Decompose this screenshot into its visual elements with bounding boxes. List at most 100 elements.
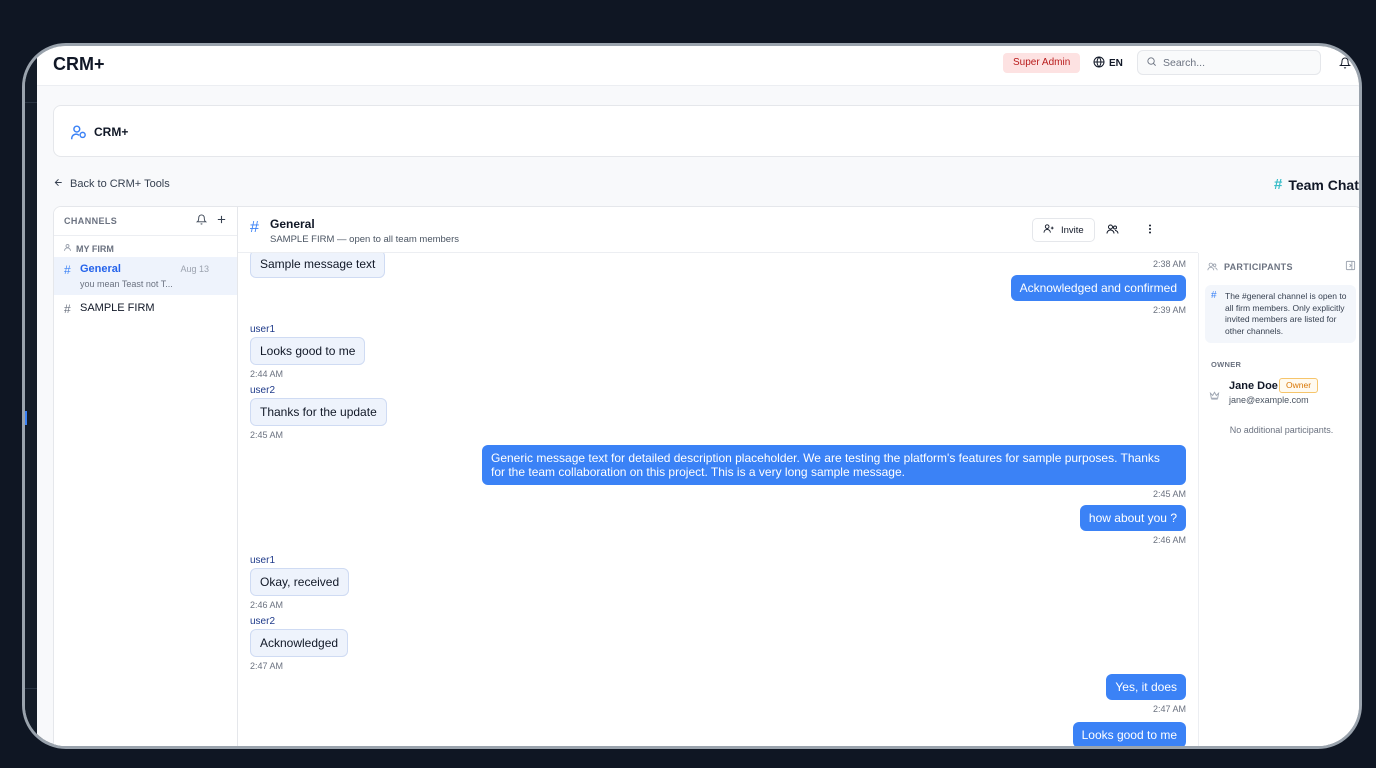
collapse-panel-icon[interactable] xyxy=(1345,258,1356,276)
hash-icon: # xyxy=(64,302,71,316)
channels-header: CHANNELS xyxy=(54,207,237,236)
top-bar: CRM+ Super Admin EN xyxy=(37,46,1359,86)
message-sender: user2 xyxy=(250,385,276,396)
search-box[interactable] xyxy=(1137,50,1321,75)
hash-icon: # xyxy=(64,263,71,277)
message-time: 2:45 AM xyxy=(250,430,284,440)
message-time: 2:44 AM xyxy=(250,369,284,379)
hash-icon: # xyxy=(1211,290,1217,301)
left-strip xyxy=(25,46,37,746)
message-incoming: user2 Thanks for the update 2:45 AM xyxy=(250,385,387,440)
message-bubble: Okay, received xyxy=(250,568,350,596)
message-bubble: Looks good to me xyxy=(1072,722,1186,746)
language-label: EN xyxy=(1109,58,1123,69)
more-options-icon[interactable] xyxy=(1144,222,1156,240)
message-bubble: Thanks for the update xyxy=(250,398,387,426)
arrow-left-icon xyxy=(53,177,64,191)
message-time: 2:38 AM xyxy=(1152,259,1186,269)
user-plus-icon xyxy=(1043,223,1055,237)
owner-badge: Owner xyxy=(1279,378,1319,393)
channel-date: Aug 13 xyxy=(180,264,209,274)
invite-button-label: Invite xyxy=(1061,224,1084,236)
chat-container: CHANNELS MY FIRM # General Aug 13 you me… xyxy=(53,206,1359,746)
back-link-label: Back to CRM+ Tools xyxy=(70,178,170,190)
channels-sidebar: CHANNELS MY FIRM # General Aug 13 you me… xyxy=(54,207,238,746)
channel-item-sample-firm[interactable]: # SAMPLE FIRM xyxy=(54,295,237,320)
message-sender: user2 xyxy=(250,616,276,627)
message-bubble: Sample message text xyxy=(250,253,386,278)
message-bubble: Generic message text for detailed descri… xyxy=(482,445,1186,485)
channel-info-text: The #general channel is open to all firm… xyxy=(1225,291,1347,336)
message-bubble: Yes, it does xyxy=(1106,674,1186,700)
conversation-panel: # General SAMPLE FIRM — open to all team… xyxy=(238,207,1198,746)
notifications-bell-icon[interactable] xyxy=(1338,56,1352,74)
message-time: 2:47 AM xyxy=(1152,704,1186,714)
page-title: CRM+ xyxy=(94,125,129,139)
bell-icon[interactable] xyxy=(195,212,208,230)
channel-group: MY FIRM xyxy=(54,236,237,257)
language-switcher[interactable]: EN xyxy=(1093,56,1123,71)
owner-name: Jane Doe xyxy=(1229,380,1278,392)
globe-icon xyxy=(1093,56,1105,71)
users-icon xyxy=(70,124,88,145)
participants-header-label: PARTICIPANTS xyxy=(1224,262,1293,272)
participants-panel: PARTICIPANTS # The #general channel is o… xyxy=(1198,253,1359,746)
message-list[interactable]: Sample message text 2:38 AM Acknowledged… xyxy=(238,253,1198,746)
owner-section-label: OWNER xyxy=(1211,360,1242,369)
channel-group-label: MY FIRM xyxy=(76,243,114,254)
hash-icon: # xyxy=(1274,176,1283,193)
channel-preview: you mean Teast not T... xyxy=(80,279,173,289)
owner-entry[interactable]: Jane Doe Owner jane@example.com xyxy=(1209,378,1359,410)
search-input[interactable] xyxy=(1163,56,1303,69)
message-time: 2:39 AM xyxy=(1152,305,1186,315)
message-time: 2:45 AM xyxy=(1152,489,1186,499)
add-channel-icon[interactable] xyxy=(216,212,227,230)
search-icon xyxy=(1146,54,1157,72)
strip-divider xyxy=(25,102,37,103)
message-outgoing: Acknowledged and confirmed 2:39 AM xyxy=(1010,275,1186,315)
users-icon xyxy=(1207,261,1218,274)
message-bubble: Acknowledged and confirmed xyxy=(1010,275,1186,301)
members-icon[interactable] xyxy=(1106,222,1119,240)
message-bubble: how about you ? xyxy=(1079,505,1186,531)
section-title: # Team Chat xyxy=(1274,176,1359,193)
participants-header: PARTICIPANTS xyxy=(1199,253,1359,281)
owner-email: jane@example.com xyxy=(1229,395,1309,405)
conversation-subtitle: SAMPLE FIRM — open to all team members xyxy=(270,234,460,245)
empty-participants-text: No additional participants. xyxy=(1229,425,1334,435)
message-time: 2:46 AM xyxy=(250,600,284,610)
hash-icon: # xyxy=(250,219,259,236)
message-incoming: user2 Acknowledged 2:47 AM xyxy=(250,616,349,671)
section-title-label: Team Chat xyxy=(1288,176,1359,193)
message-outgoing: Yes, it does 2:47 AM xyxy=(1106,674,1186,714)
user-icon xyxy=(63,243,72,254)
channel-info-note: # The #general channel is open to all fi… xyxy=(1205,285,1356,343)
crown-icon xyxy=(1209,387,1220,405)
message-sender: user1 xyxy=(250,555,276,566)
message-sender: user1 xyxy=(250,324,276,335)
invite-button[interactable]: Invite xyxy=(1032,218,1095,242)
message-bubble: Looks good to me xyxy=(250,337,366,365)
message-time: 2:47 AM xyxy=(250,661,284,671)
message-outgoing: Looks good to me xyxy=(1072,722,1186,746)
device-frame: CRM+ Super Admin EN CRM xyxy=(22,43,1362,749)
brand-logo[interactable]: CRM+ xyxy=(53,54,105,75)
channel-item-general[interactable]: # General Aug 13 you mean Teast not T... xyxy=(54,257,237,295)
conversation-title: General xyxy=(270,217,315,231)
message-incoming: Sample message text xyxy=(250,253,386,278)
message-time-row: 2:38 AM xyxy=(1153,255,1186,269)
message-time: 2:46 AM xyxy=(1152,535,1186,545)
role-badge: Super Admin xyxy=(1003,53,1081,73)
message-incoming: user1 Looks good to me 2:44 AM xyxy=(250,324,366,379)
message-outgoing: how about you ? 2:46 AM xyxy=(1079,505,1186,545)
strip-divider xyxy=(25,688,37,689)
page-header-card: CRM+ xyxy=(53,105,1359,157)
message-outgoing: Generic message text for detailed descri… xyxy=(482,445,1186,499)
app-screen: CRM+ Super Admin EN CRM xyxy=(37,46,1359,746)
message-bubble: Acknowledged xyxy=(250,629,349,657)
message-incoming: user1 Okay, received 2:46 AM xyxy=(250,555,350,610)
channel-name: SAMPLE FIRM xyxy=(80,302,155,314)
strip-active-indicator xyxy=(25,411,27,425)
channels-header-label: CHANNELS xyxy=(64,216,118,226)
back-link[interactable]: Back to CRM+ Tools xyxy=(53,177,170,191)
